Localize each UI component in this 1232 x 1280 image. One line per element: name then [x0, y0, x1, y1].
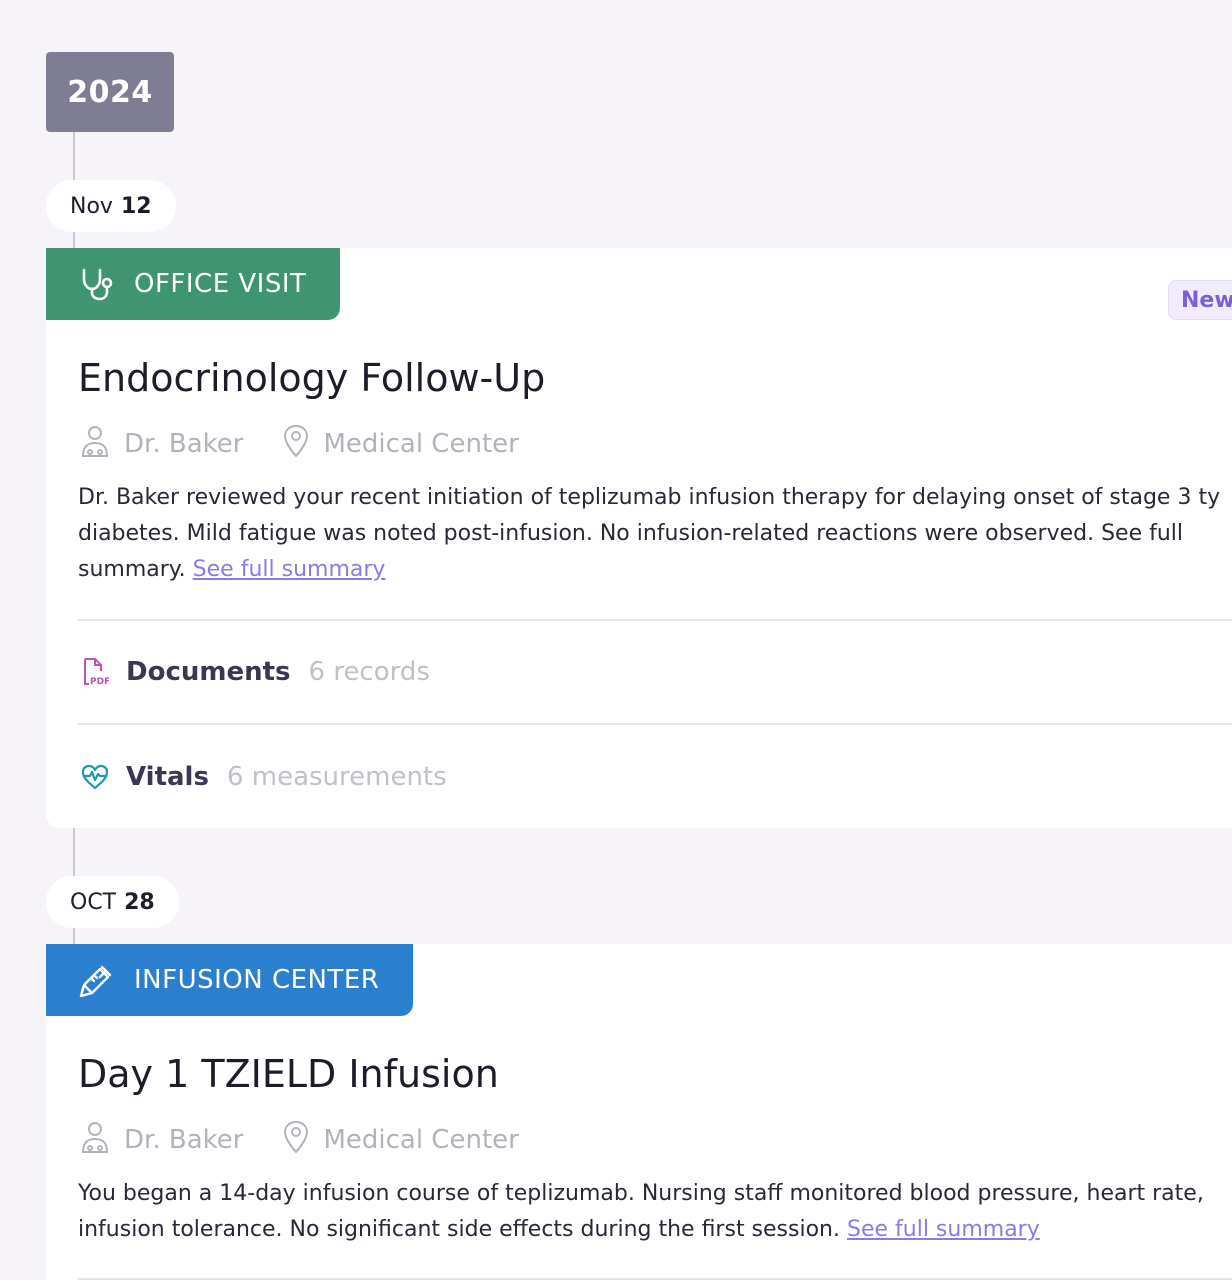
summary-text: infusion tolerance. No significant side …: [78, 1217, 840, 1242]
encounter-card[interactable]: INFUSION CENTER Day 1 TZIELD Infusion Dr…: [46, 944, 1232, 1280]
encounter-card[interactable]: OFFICE VISIT New Endocrinology Follow-Up…: [46, 248, 1232, 828]
timeline-connector: [73, 232, 75, 248]
summary-line: diabetes. Mild fatigue was noted post-in…: [78, 521, 1184, 546]
encounter-type-tag: INFUSION CENTER: [46, 944, 414, 1016]
syringe-icon: [78, 960, 118, 1000]
timeline-connector: [73, 828, 75, 876]
encounter-summary: Dr. Baker reviewed your recent initiatio…: [78, 480, 1232, 588]
summary-line-last: infusion tolerance. No significant side …: [78, 1212, 1232, 1248]
encounter-type-tag: OFFICE VISIT: [46, 248, 341, 320]
timeline-view: 2024 Nov 12 OFFICE VISIT New Endocrinolo…: [0, 0, 1232, 1280]
encounter-summary: You began a 14-day infusion course of te…: [78, 1176, 1232, 1248]
provider-name: Dr. Baker: [124, 429, 244, 459]
encounter-title: Day 1 TZIELD Infusion: [78, 1052, 499, 1096]
doctor-icon: [78, 424, 124, 465]
see-full-summary-link[interactable]: See full summary: [847, 1217, 1040, 1242]
divider: [78, 723, 1232, 725]
summary-line: Dr. Baker reviewed your recent initiatio…: [78, 485, 1221, 510]
stethoscope-icon: [78, 264, 118, 304]
documents-row[interactable]: PDF Documents 6 records: [78, 652, 430, 692]
date-pill: Nov 12: [46, 180, 176, 232]
date-day: 28: [124, 889, 155, 915]
summary-line-last: summary. See full summary: [78, 552, 1232, 588]
year-badge: 2024: [46, 52, 174, 132]
see-full-summary-link[interactable]: See full summary: [193, 557, 386, 582]
doctor-icon: [78, 1120, 124, 1161]
vitals-label: Vitals: [126, 762, 209, 792]
date-day: 12: [120, 193, 152, 219]
encounter-type-label: INFUSION CENTER: [134, 965, 380, 995]
documents-count: 6 records: [308, 657, 430, 687]
location-meta: Medical Center: [281, 424, 519, 465]
location-pin-icon: [281, 1120, 323, 1161]
encounter-title: Endocrinology Follow-Up: [78, 356, 546, 400]
vitals-count: 6 measurements: [226, 762, 447, 792]
documents-label: Documents: [126, 657, 291, 687]
timeline-connector: [73, 928, 75, 944]
vitals-row[interactable]: Vitals 6 measurements: [78, 757, 447, 797]
divider: [78, 619, 1232, 621]
date-pill: OCT 28: [46, 876, 179, 928]
provider-meta: Dr. Baker: [78, 424, 243, 465]
timeline-connector: [73, 132, 75, 180]
location-name: Medical Center: [323, 429, 519, 459]
date-month: Nov: [70, 193, 113, 219]
heart-pulse-icon: [78, 760, 112, 794]
encounter-type-label: OFFICE VISIT: [134, 269, 307, 299]
summary-line: You began a 14-day infusion course of te…: [78, 1181, 1204, 1206]
new-badge: New: [1168, 280, 1232, 320]
date-month: OCT: [70, 889, 117, 915]
encounter-meta: Dr. Baker Medical Center: [78, 424, 557, 464]
location-meta: Medical Center: [281, 1120, 519, 1161]
svg-text:PDF: PDF: [90, 677, 109, 687]
provider-meta: Dr. Baker: [78, 1120, 243, 1161]
location-name: Medical Center: [323, 1125, 519, 1155]
encounter-meta: Dr. Baker Medical Center: [78, 1120, 557, 1160]
location-pin-icon: [281, 424, 323, 465]
pdf-document-icon: PDF: [78, 655, 112, 689]
provider-name: Dr. Baker: [124, 1125, 244, 1155]
summary-text: summary.: [78, 557, 186, 582]
